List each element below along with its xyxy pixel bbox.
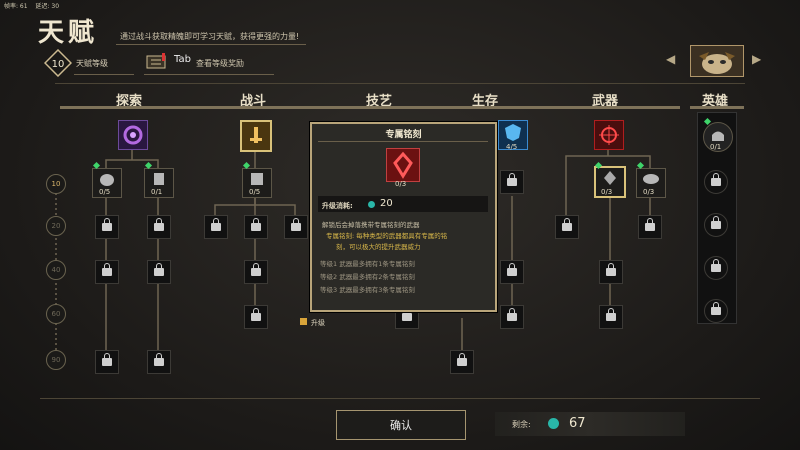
tooltip-desc-3: 刻，可以极大的提升武器威力 — [336, 243, 421, 251]
locked-talent[interactable] — [204, 215, 228, 239]
locked-talent[interactable] — [95, 350, 119, 374]
locked-hero-talent[interactable] — [704, 256, 728, 280]
lock-icon — [102, 218, 112, 231]
shield-icon — [505, 124, 521, 141]
vortex-icon — [123, 125, 143, 145]
lock-icon — [251, 218, 261, 231]
gauntlet-icon — [643, 174, 659, 184]
upgrade-hint: 升级 — [311, 319, 325, 327]
locked-talent[interactable] — [244, 215, 268, 239]
lock-icon — [154, 218, 164, 231]
explore-a-count: 0/5 — [99, 188, 111, 196]
combat-a-count: 0/5 — [249, 188, 261, 196]
sword-icon — [250, 127, 262, 143]
weapon-root-talent[interactable] — [594, 120, 624, 150]
weapon-b-count: 0/3 — [643, 188, 655, 196]
locked-talent[interactable] — [284, 215, 308, 239]
tooltip-title: 专属铭刻 — [385, 130, 422, 140]
locked-talent[interactable] — [599, 260, 623, 284]
locked-hero-talent[interactable] — [704, 299, 728, 323]
inscription-icon — [604, 171, 616, 185]
locked-talent[interactable] — [147, 215, 171, 239]
lock-icon — [154, 263, 164, 276]
confirm-button[interactable]: 确认 — [336, 410, 466, 440]
lock-icon — [711, 173, 721, 186]
lock-icon — [507, 308, 517, 321]
locked-talent[interactable] — [500, 170, 524, 194]
locked-talent[interactable] — [244, 260, 268, 284]
locked-talent[interactable] — [450, 350, 474, 374]
tooltip-desc-1: 解锁后会掉落携带专属铭刻的武器 — [322, 221, 420, 229]
explore-root-talent[interactable] — [118, 120, 148, 150]
locked-talent[interactable] — [95, 215, 119, 239]
lock-icon — [154, 353, 164, 366]
tooltip-tier-1: 等级1 武器最多拥有1条专属铭刻 — [320, 260, 415, 268]
level-marker-20: 20 — [46, 216, 66, 236]
level-marker-60: 60 — [46, 304, 66, 324]
locked-talent[interactable] — [638, 215, 662, 239]
lock-icon — [251, 263, 261, 276]
lock-icon — [507, 263, 517, 276]
lock-icon — [562, 218, 572, 231]
upgrade-key-icon — [300, 318, 307, 325]
lock-icon — [711, 216, 721, 229]
lock-icon — [102, 263, 112, 276]
hero-root-count: 0/1 — [710, 143, 722, 151]
footer-divider — [40, 398, 760, 399]
explore-b-count: 0/1 — [151, 188, 163, 196]
locked-talent[interactable] — [500, 305, 524, 329]
level-marker-90: 90 — [46, 350, 66, 370]
lock-icon — [606, 263, 616, 276]
remaining-value: 67 — [569, 416, 586, 431]
survival-root-count: 4/5 — [506, 143, 518, 151]
lock-icon — [507, 173, 517, 186]
tooltip-desc-2: 专属铭刻: 每种类型的武器都具有专属的铭 — [326, 232, 448, 240]
lock-icon — [402, 308, 412, 321]
pouch-icon — [100, 174, 114, 186]
weapon-a-count: 0/3 — [601, 188, 613, 196]
armor-icon — [251, 173, 263, 185]
locked-talent[interactable] — [147, 260, 171, 284]
lock-icon — [457, 353, 467, 366]
locked-talent[interactable] — [555, 215, 579, 239]
lock-icon — [711, 302, 721, 315]
talent-tooltip: 专属铭刻 0/3 升级消耗: 20 解锁后会掉落携带专属铭刻的武器 专属铭刻: … — [310, 122, 497, 312]
locked-hero-talent[interactable] — [704, 170, 728, 194]
level-marker-40: 40 — [46, 260, 66, 280]
lock-icon — [102, 353, 112, 366]
exclusive-inscription-icon — [386, 148, 420, 182]
jar-icon — [154, 173, 164, 185]
tooltip-tier-3: 等级3 武器最多拥有3条专属铭刻 — [320, 286, 415, 294]
locked-talent[interactable] — [500, 260, 524, 284]
tooltip-cost-label: 升级消耗: — [322, 202, 353, 210]
combat-root-talent[interactable] — [240, 120, 272, 152]
level-marker-10: 10 — [46, 174, 66, 194]
lock-icon — [645, 218, 655, 231]
tooltip-divider — [318, 141, 488, 142]
lock-icon — [291, 218, 301, 231]
locked-hero-talent[interactable] — [704, 213, 728, 237]
lock-icon — [606, 308, 616, 321]
locked-talent[interactable] — [244, 305, 268, 329]
locked-talent[interactable] — [147, 350, 171, 374]
crosshair-icon — [599, 125, 619, 145]
locked-talent[interactable] — [95, 260, 119, 284]
soul-gem-icon — [548, 418, 559, 429]
lock-icon — [711, 259, 721, 272]
tooltip-count: 0/3 — [395, 180, 407, 188]
lock-icon — [251, 308, 261, 321]
soul-gem-icon — [368, 201, 375, 208]
locked-talent[interactable] — [599, 305, 623, 329]
lock-icon — [211, 218, 221, 231]
remaining-label: 剩余: — [512, 420, 531, 429]
tooltip-cost-value: 20 — [380, 198, 393, 209]
tooltip-tier-2: 等级2 武器最多拥有2条专属铭刻 — [320, 273, 415, 281]
